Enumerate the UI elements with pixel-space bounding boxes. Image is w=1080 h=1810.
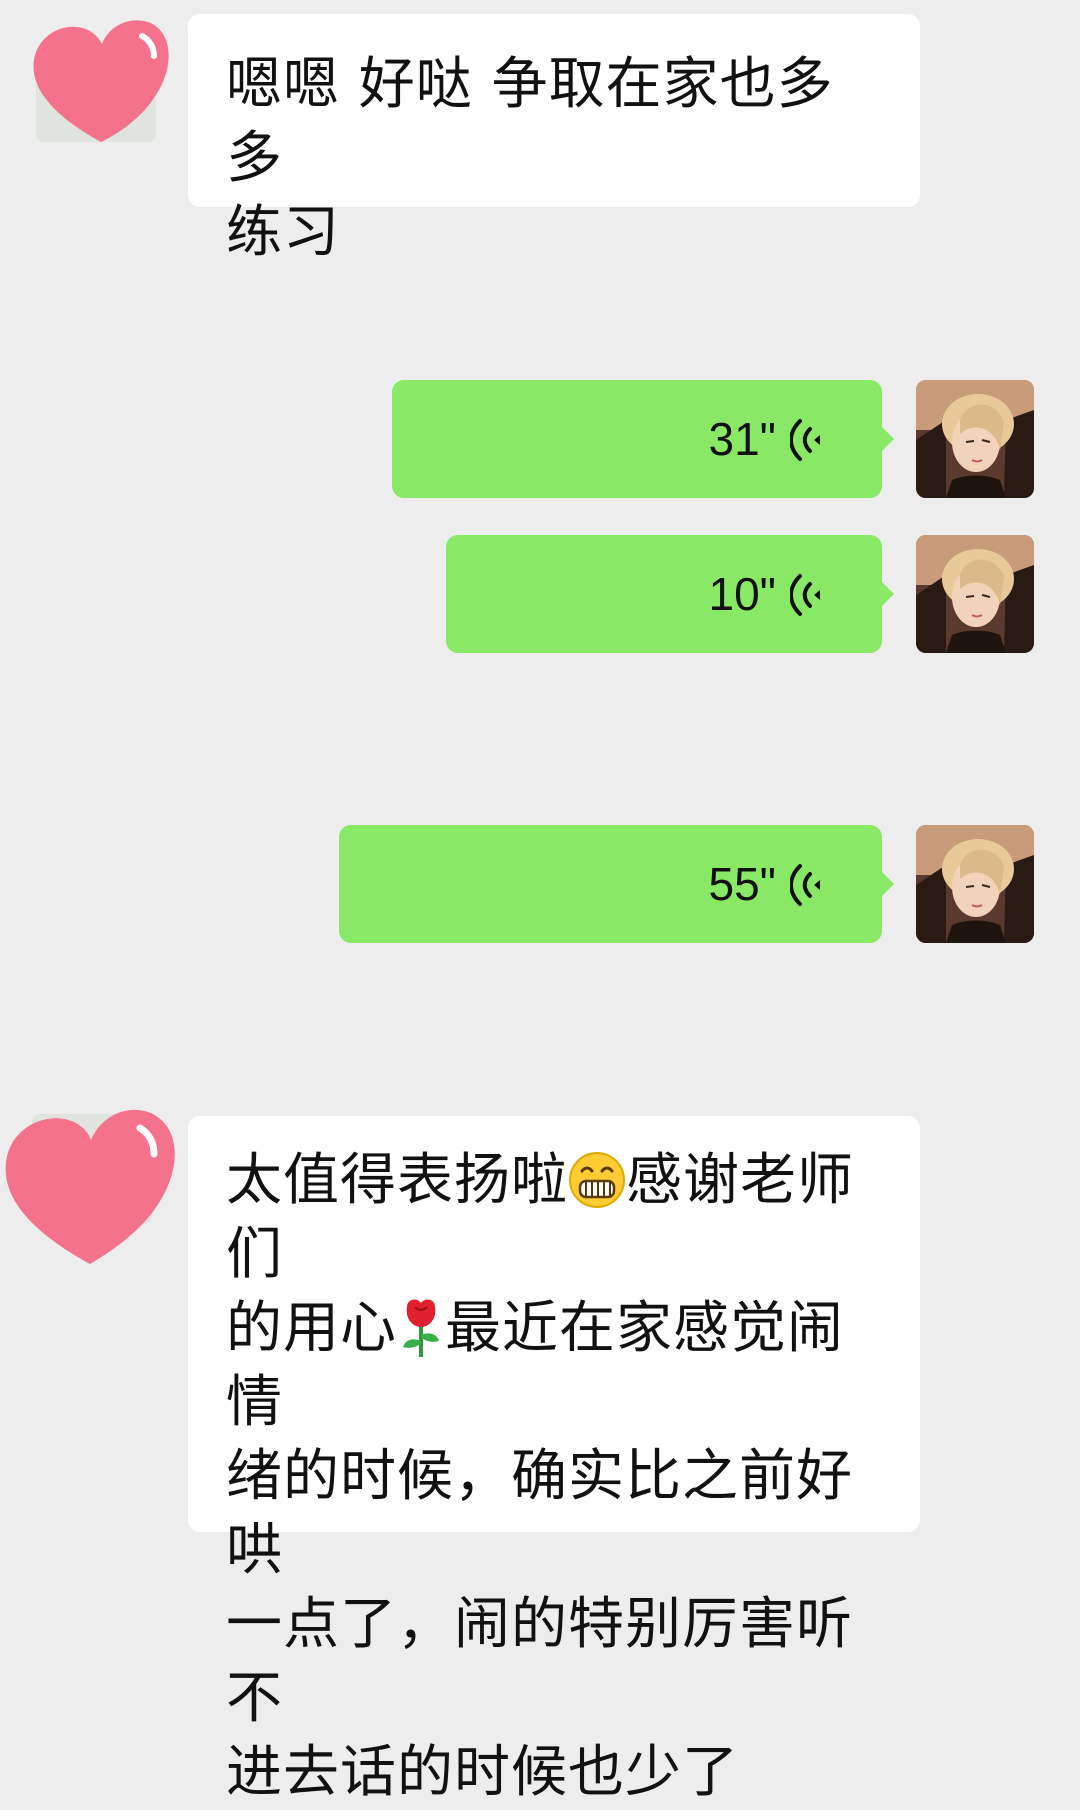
message-text: 太值得表扬啦 xyxy=(226,1148,568,1213)
voice-duration: 55" xyxy=(708,858,777,910)
heart-sticker-icon xyxy=(33,20,169,142)
voice-wave-icon xyxy=(790,574,820,616)
contact-avatar[interactable] xyxy=(2,1100,180,1266)
voice-message-bubble[interactable]: 10" xyxy=(446,535,894,653)
incoming-message-bubble[interactable]: 太值得表扬啦 感谢老师们 的用心 最近在家感觉闹情 绪的时候，确实比之前好哄 一… xyxy=(188,1116,920,1805)
girl-portrait-avatar xyxy=(916,825,1034,943)
message-text: 最近在家感觉闹情 绪的时候，确实比之前好哄 一点了，闹的特别厉害听不 进去话的时… xyxy=(226,1296,853,1805)
voice-message-bubble[interactable]: 31" xyxy=(392,380,894,498)
voice-duration: 31" xyxy=(708,413,777,465)
voice-wave-icon xyxy=(790,864,820,906)
contact-avatar[interactable] xyxy=(30,14,172,146)
voice-wave-icon xyxy=(790,419,820,461)
self-avatar[interactable] xyxy=(916,825,1034,943)
message-text: 嗯嗯 好哒 争取在家也多多 练习 xyxy=(226,52,834,265)
heart-sticker-icon xyxy=(5,1109,175,1264)
self-avatar[interactable] xyxy=(916,380,1034,498)
girl-portrait-avatar xyxy=(916,380,1034,498)
voice-message-bubble[interactable]: 55" xyxy=(339,825,894,943)
self-avatar[interactable] xyxy=(916,535,1034,653)
voice-duration: 10" xyxy=(708,568,777,620)
incoming-message-bubble[interactable]: 嗯嗯 好哒 争取在家也多多 练习 xyxy=(188,14,920,265)
girl-portrait-avatar xyxy=(916,535,1034,653)
rose-emoji xyxy=(403,1299,439,1357)
grin-emoji xyxy=(569,1152,625,1208)
